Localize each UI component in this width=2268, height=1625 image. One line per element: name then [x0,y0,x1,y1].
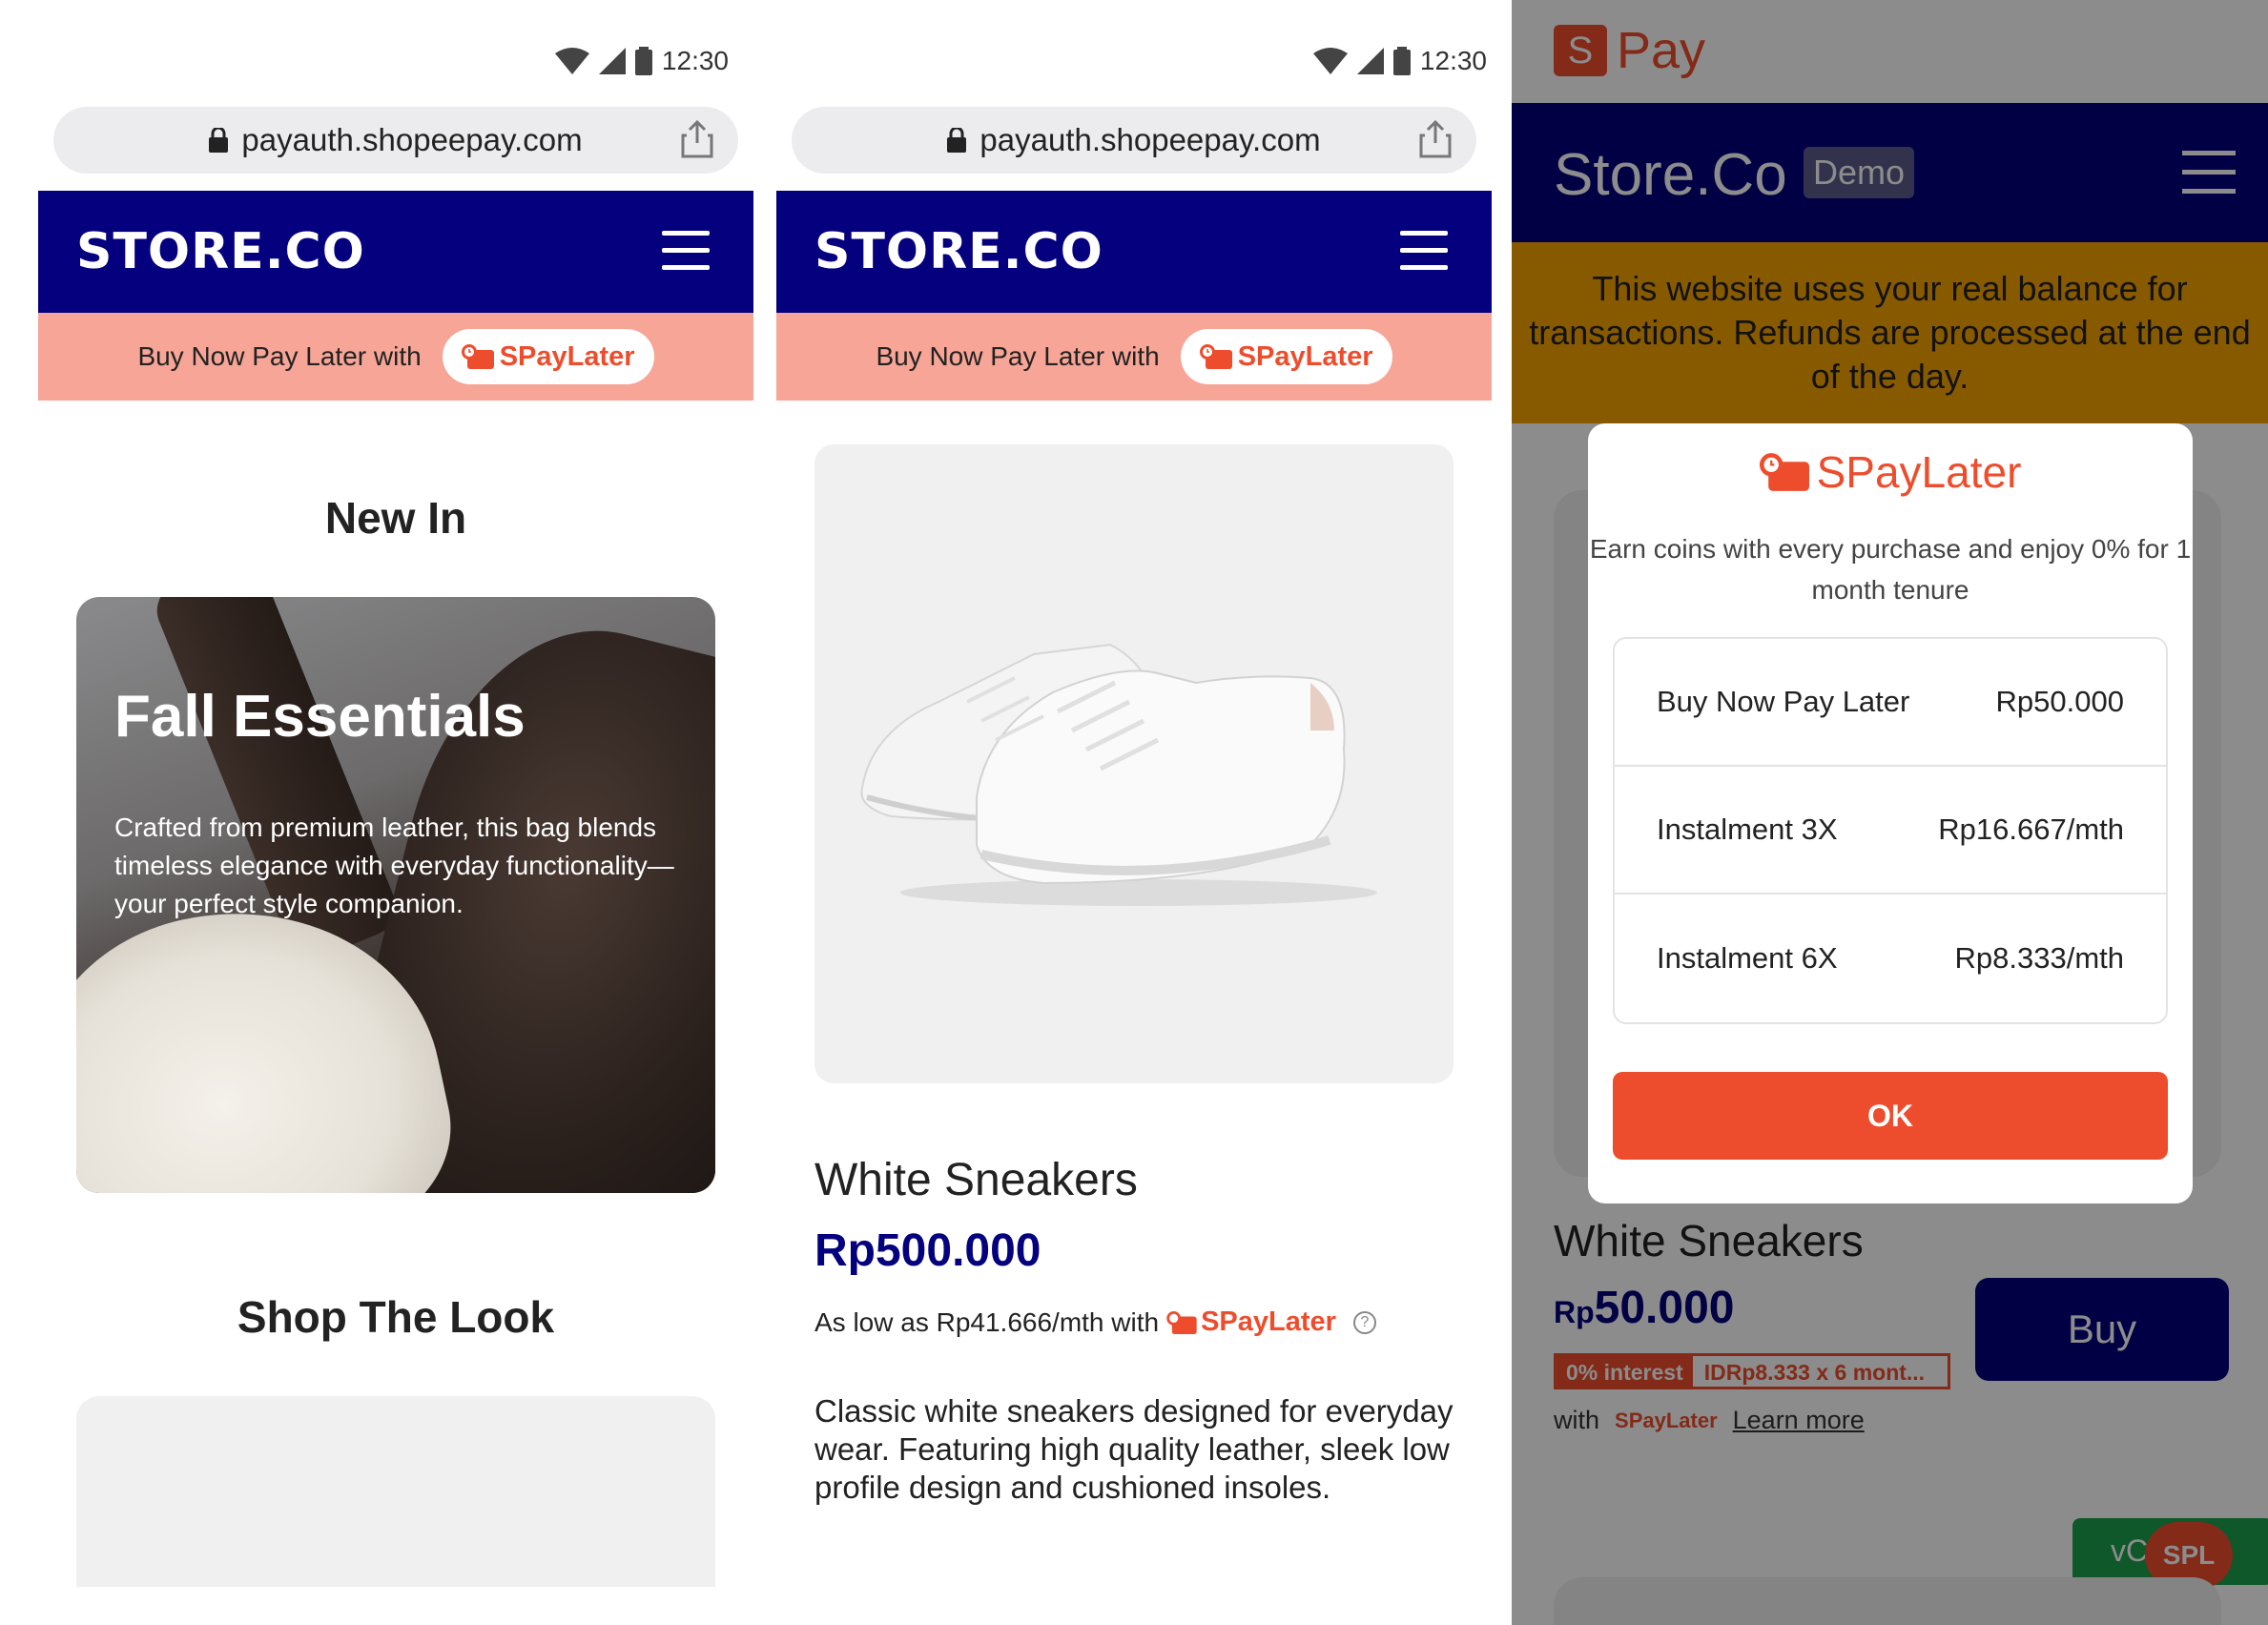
product-name: White Sneakers [814,1155,1138,1205]
spaylater-inline-brand[interactable]: SPayLater [1166,1306,1336,1338]
product-price: Rp500.000 [814,1225,1041,1276]
section-title-new-in: New In [324,493,467,543]
option-row-bnpl[interactable]: Buy Now Pay Later Rp50.000 [1615,639,2166,767]
promo-banner: Buy Now Pay Later with SPayLater [38,313,753,401]
promo-text: Buy Now Pay Later with [876,341,1160,371]
url-text: payauth.shopeepay.com [241,122,583,157]
card-title: Fall Essentials [114,684,526,750]
promo-banner: Buy Now Pay Later with SPayLater [776,313,1492,401]
spaylater-label: SPayLater [1237,340,1373,372]
promo-text: Buy Now Pay Later with [137,341,422,371]
spaylater-logo: SPayLater [1588,446,2193,498]
wallet-clock-icon [1166,1310,1197,1334]
signal-icon [1356,48,1384,74]
wifi-icon [1312,48,1348,74]
store-logo[interactable]: STORE.CO [76,223,365,280]
menu-icon[interactable] [1400,231,1448,270]
lock-icon [209,128,229,153]
screen-spaylater-modal: S Pay Store.Co Demo This website uses yo… [1512,0,2268,1625]
screen-new-in: 12:30 payauth.shopeepay.com STORE.CO Buy… [0,0,753,1625]
white-sneakers-image [860,643,1377,906]
battery-icon [634,47,652,75]
spaylater-modal: SPayLater Earn coins with every purchase… [1588,423,2193,1203]
wifi-icon [554,48,589,74]
installment-text: As low as Rp41.666/mth with [814,1306,1160,1337]
spaylater-badge[interactable]: SPayLater [1180,329,1392,384]
installment-options: Buy Now Pay Later Rp50.000 Instalment 3X… [1613,637,2168,1024]
url-text: payauth.shopeepay.com [979,122,1321,157]
ok-button[interactable]: OK [1613,1072,2168,1160]
product-description: Classic white sneakers designed for ever… [814,1393,1454,1505]
battery-icon [1392,47,1411,75]
section-title-shop-the-look: Shop The Look [237,1292,555,1342]
option-row-instalment-3x[interactable]: Instalment 3X Rp16.667/mth [1615,767,2166,895]
signal-icon [598,48,626,74]
store-header: STORE.CO [776,191,1492,313]
clock-text: 12:30 [661,46,729,75]
store-logo[interactable]: STORE.CO [814,223,1103,280]
url-bar[interactable]: payauth.shopeepay.com [53,107,738,174]
menu-icon[interactable] [662,231,710,270]
option-row-instalment-6x[interactable]: Instalment 6X Rp8.333/mth [1615,895,2166,1022]
installment-info: As low as Rp41.666/mth with SPayLater ? [814,1306,1376,1338]
product-image[interactable] [814,444,1454,1083]
spaylater-badge[interactable]: SPayLater [442,329,654,384]
card-description: Crafted from premium leather, this bag b… [114,812,674,918]
share-icon[interactable] [681,120,713,158]
shop-the-look-card[interactable] [76,1396,715,1587]
clock-text: 12:30 [1419,46,1487,75]
wallet-clock-icon [1759,453,1809,491]
wallet-clock-icon [1199,344,1232,369]
share-icon[interactable] [1419,120,1452,158]
status-bar: 12:30 [1312,42,1487,80]
fall-essentials-card[interactable]: Fall Essentials Crafted from premium lea… [76,597,715,1193]
screen-product-detail: 12:30 payauth.shopeepay.com STORE.CO Buy… [753,0,1512,1625]
help-icon[interactable]: ? [1352,1310,1376,1334]
url-bar[interactable]: payauth.shopeepay.com [792,107,1476,174]
status-bar: 12:30 [554,42,729,80]
lock-icon [947,128,967,153]
wallet-clock-icon [461,344,494,369]
spaylater-label: SPayLater [499,340,635,372]
modal-subtitle: Earn coins with every purchase and enjoy… [1589,534,2192,605]
store-header: STORE.CO [38,191,753,313]
